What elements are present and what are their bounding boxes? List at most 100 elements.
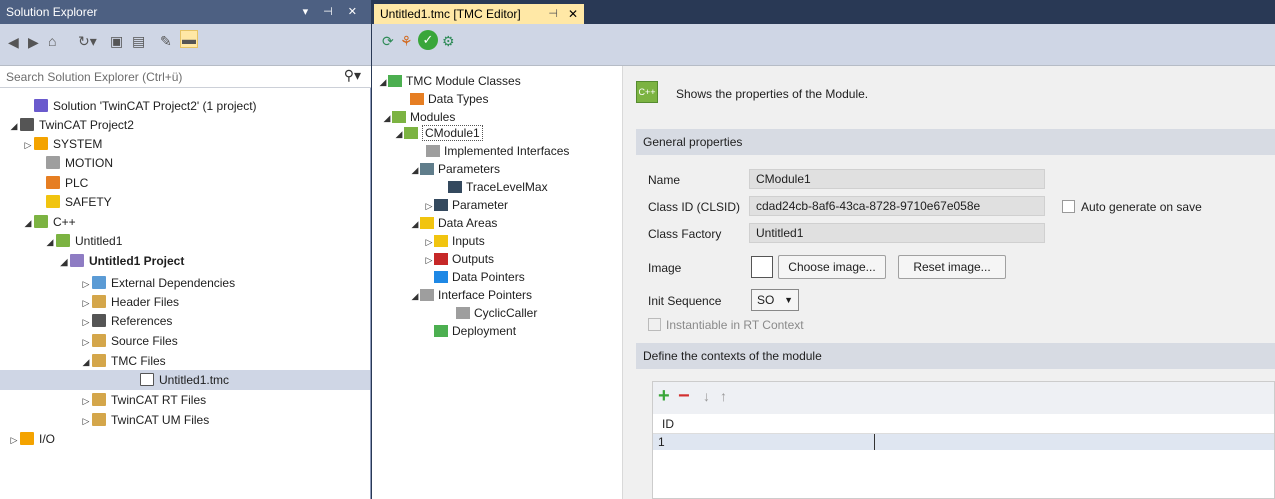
tree-item[interactable]: ◢ TMC Files: [80, 351, 166, 371]
id-column-header[interactable]: ID: [662, 417, 674, 431]
properties-icon[interactable]: ✎: [160, 33, 172, 50]
collapse-icon[interactable]: ▣: [110, 33, 123, 50]
id-cell[interactable]: 1: [658, 435, 665, 449]
tmc-tree-item[interactable]: ▷ Outputs: [424, 250, 495, 269]
tree-item[interactable]: ▷ I/O: [8, 429, 55, 449]
tree-item[interactable]: SAFETY: [34, 192, 112, 212]
tree-item[interactable]: ▷ Header Files: [80, 292, 179, 312]
expanded-arrow-icon[interactable]: ◢: [410, 161, 420, 179]
window-controls[interactable]: ▾ ⊣ ✕: [303, 0, 363, 24]
collapsed-arrow-icon[interactable]: ▷: [80, 293, 92, 313]
remove-icon[interactable]: −: [678, 385, 690, 408]
expanded-arrow-icon[interactable]: ◢: [58, 252, 70, 272]
tree-item[interactable]: ◢ Untitled1: [44, 231, 122, 251]
collapsed-arrow-icon[interactable]: ▷: [22, 135, 34, 155]
expanded-arrow-icon[interactable]: ◢: [8, 116, 20, 136]
tmc-tree-item-label: Inputs: [452, 234, 485, 248]
tmc-tree-item[interactable]: ◢ Parameters: [410, 160, 501, 179]
move-down-icon[interactable]: ↓: [703, 388, 710, 404]
tree-node-icon: [420, 217, 434, 229]
tmc-tree-item[interactable]: Implemented Interfaces: [416, 142, 569, 160]
collapsed-arrow-icon[interactable]: ▷: [8, 430, 20, 450]
tmc-tree-item[interactable]: CyclicCaller: [446, 304, 537, 322]
tree-item[interactable]: ▷ SYSTEM: [22, 134, 102, 154]
init-sequence-value: SO: [757, 293, 775, 307]
generate-icon[interactable]: ⚘: [400, 33, 413, 50]
name-field[interactable]: CModule1: [749, 169, 1045, 189]
tmc-tree-item[interactable]: ▷ Parameter: [424, 196, 509, 215]
tree-node-icon: [434, 271, 448, 283]
collapsed-arrow-icon[interactable]: ▷: [424, 251, 434, 269]
class-factory-field[interactable]: Untitled1: [749, 223, 1045, 243]
collapsed-arrow-icon[interactable]: ▷: [80, 274, 92, 294]
tmc-tree-item[interactable]: Deployment: [424, 322, 516, 340]
search-input[interactable]: Search Solution Explorer (Ctrl+ü): [6, 70, 182, 84]
history-icon[interactable]: ↻▾: [78, 33, 97, 50]
search-icon[interactable]: ⚲▾: [344, 67, 361, 84]
tree-node-icon: [434, 199, 448, 211]
tree-item[interactable]: ▷ TwinCAT UM Files: [80, 410, 209, 430]
expanded-arrow-icon[interactable]: ◢: [44, 232, 56, 252]
expanded-arrow-icon[interactable]: ◢: [410, 215, 420, 233]
tree-item[interactable]: MOTION: [34, 153, 113, 173]
auto-generate-label: Auto generate on save: [1081, 200, 1202, 214]
reset-image-button[interactable]: Reset image...: [898, 255, 1006, 279]
instantiable-checkbox[interactable]: [648, 318, 661, 331]
expanded-arrow-icon[interactable]: ◢: [80, 352, 92, 372]
tree-item[interactable]: ▷ References: [80, 311, 172, 331]
tree-item[interactable]: ◢ Untitled1 Project: [58, 251, 184, 271]
forward-icon[interactable]: ▶: [28, 34, 39, 51]
expanded-arrow-icon[interactable]: ◢: [22, 213, 34, 233]
expanded-arrow-icon[interactable]: ◢: [394, 125, 404, 143]
collapsed-arrow-icon[interactable]: ▷: [424, 233, 434, 251]
add-icon[interactable]: +: [658, 385, 670, 408]
tree-item[interactable]: PLC: [34, 173, 88, 193]
check-icon[interactable]: ✓: [418, 30, 438, 50]
tmc-tree-item[interactable]: ▷ Inputs: [424, 232, 485, 250]
tmc-tree-item[interactable]: Data Types: [400, 90, 488, 108]
tree-item[interactable]: ▷ TwinCAT RT Files: [80, 390, 206, 410]
back-icon[interactable]: ◀: [8, 34, 19, 51]
instantiable-label: Instantiable in RT Context: [666, 318, 804, 332]
pin-icon[interactable]: ⊣: [548, 4, 558, 24]
preview-icon[interactable]: ▬: [180, 30, 198, 48]
tmc-tree-item[interactable]: ◢ TMC Module Classes: [378, 72, 521, 90]
collapsed-arrow-icon[interactable]: ▷: [80, 332, 92, 352]
folder-icon: [92, 295, 106, 308]
tree-item[interactable]: ◢ C++: [22, 212, 76, 232]
tmc-tree-item[interactable]: Data Pointers: [424, 268, 525, 286]
tree-item[interactable]: Solution 'TwinCAT Project2' (1 project): [22, 96, 257, 116]
module-description: Shows the properties of the Module.: [676, 87, 869, 101]
tmc-tree-item[interactable]: ◢ CModule1: [394, 124, 483, 142]
init-sequence-select[interactable]: SO ▼: [751, 289, 799, 311]
home-icon[interactable]: ⌂: [48, 33, 56, 49]
tree-item[interactable]: Untitled1.tmc: [0, 370, 370, 390]
show-all-files-icon[interactable]: ▤: [132, 33, 145, 50]
clsid-field[interactable]: cdad24cb-8af6-43ca-8728-9710e67e058e: [749, 196, 1045, 216]
choose-image-button[interactable]: Choose image...: [778, 255, 886, 279]
tree-item[interactable]: ▷ Source Files: [80, 331, 178, 351]
tree-node-icon: [420, 289, 434, 301]
refresh-icon[interactable]: ⟳: [382, 33, 394, 50]
collapsed-arrow-icon[interactable]: ▷: [424, 197, 434, 215]
add-module-icon[interactable]: ⚙: [442, 33, 455, 50]
close-icon[interactable]: ✕: [568, 4, 578, 24]
collapsed-arrow-icon[interactable]: ▷: [80, 411, 92, 431]
collapsed-arrow-icon[interactable]: ▷: [80, 312, 92, 332]
tmc-tree-item-label: TMC Module Classes: [406, 74, 521, 88]
tmc-tree-item-label: CModule1: [422, 125, 483, 141]
table-row[interactable]: 1: [653, 434, 1274, 450]
tab-tmc-editor[interactable]: Untitled1.tmc [TMC Editor] ⊣ ✕: [374, 4, 584, 24]
expanded-arrow-icon[interactable]: ◢: [378, 73, 388, 91]
auto-generate-checkbox[interactable]: [1062, 200, 1075, 213]
tree-item[interactable]: ▷ External Dependencies: [80, 273, 235, 293]
expanded-arrow-icon[interactable]: ◢: [410, 287, 420, 305]
tmc-tree-item[interactable]: TraceLevelMax: [438, 178, 548, 196]
tmc-tree-item[interactable]: ◢ Interface Pointers: [410, 286, 533, 305]
move-up-icon[interactable]: ↑: [720, 388, 727, 404]
expanded-arrow-icon[interactable]: ◢: [382, 109, 392, 127]
tree-item[interactable]: ◢ TwinCAT Project2: [8, 115, 134, 135]
tmc-tree-item[interactable]: ◢ Data Areas: [410, 214, 498, 233]
collapsed-arrow-icon[interactable]: ▷: [80, 391, 92, 411]
search-box[interactable]: Search Solution Explorer (Ctrl+ü) ⚲▾: [0, 66, 371, 88]
